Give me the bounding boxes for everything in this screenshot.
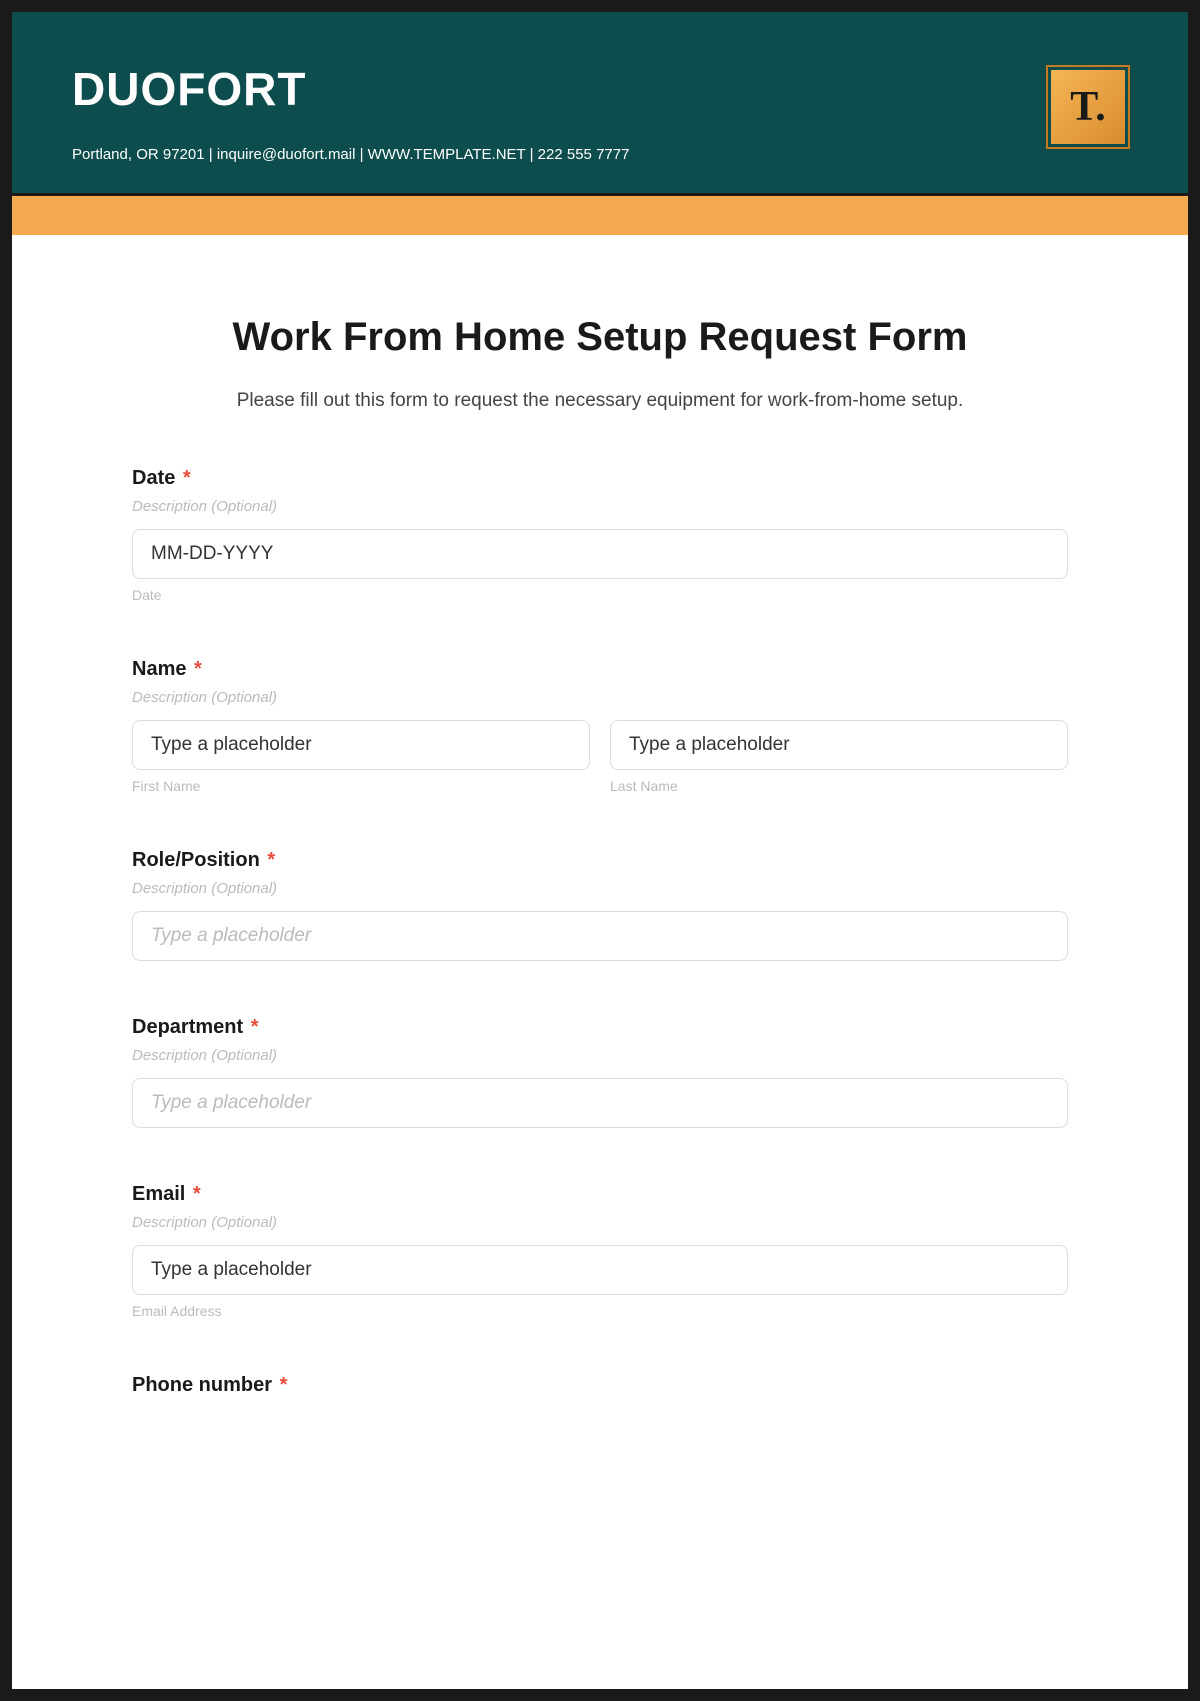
date-sublabel: Date (132, 587, 1068, 603)
required-star: * (251, 1016, 259, 1038)
date-label: Date * (132, 467, 1068, 490)
role-label: Role/Position * (132, 849, 1068, 872)
role-label-text: Role/Position (132, 849, 260, 871)
role-description: Description (Optional) (132, 880, 1068, 897)
first-name-col: First Name (132, 720, 590, 794)
header-contact-line: Portland, OR 97201 | inquire@duofort.mai… (72, 146, 1128, 163)
field-email: Email * Description (Optional) Email Add… (132, 1183, 1068, 1319)
form-title: Work From Home Setup Request Form (132, 315, 1068, 360)
accent-bar (12, 193, 1188, 235)
phone-label: Phone number * (132, 1374, 1068, 1397)
email-label-text: Email (132, 1183, 185, 1205)
required-star: * (194, 658, 202, 680)
name-description: Description (Optional) (132, 689, 1068, 706)
field-date: Date * Description (Optional) Date (132, 467, 1068, 603)
required-star: * (183, 467, 191, 489)
first-name-sublabel: First Name (132, 778, 590, 794)
header-banner: DUOFORT Portland, OR 97201 | inquire@duo… (12, 12, 1188, 193)
department-description: Description (Optional) (132, 1047, 1068, 1064)
form-container: Work From Home Setup Request Form Please… (12, 235, 1188, 1492)
field-phone: Phone number * (132, 1374, 1068, 1397)
email-input[interactable] (132, 1245, 1068, 1295)
required-star: * (193, 1183, 201, 1205)
department-input[interactable] (132, 1078, 1068, 1128)
department-label-text: Department (132, 1016, 243, 1038)
last-name-col: Last Name (610, 720, 1068, 794)
logo-badge: T. (1048, 67, 1128, 147)
name-label-text: Name (132, 658, 186, 680)
email-description: Description (Optional) (132, 1214, 1068, 1231)
field-name: Name * Description (Optional) First Name… (132, 658, 1068, 794)
page-container: DUOFORT Portland, OR 97201 | inquire@duo… (12, 12, 1188, 1689)
date-description: Description (Optional) (132, 498, 1068, 515)
field-department: Department * Description (Optional) (132, 1016, 1068, 1128)
date-input[interactable] (132, 529, 1068, 579)
department-label: Department * (132, 1016, 1068, 1039)
role-input[interactable] (132, 911, 1068, 961)
phone-label-text: Phone number (132, 1374, 272, 1396)
last-name-input[interactable] (610, 720, 1068, 770)
required-star: * (267, 849, 275, 871)
email-label: Email * (132, 1183, 1068, 1206)
company-name: DUOFORT (72, 62, 1128, 116)
required-star: * (280, 1374, 288, 1396)
form-intro: Please fill out this form to request the… (132, 390, 1068, 412)
field-role: Role/Position * Description (Optional) (132, 849, 1068, 961)
date-label-text: Date (132, 467, 175, 489)
logo-text: T. (1070, 83, 1105, 131)
name-label: Name * (132, 658, 1068, 681)
name-row: First Name Last Name (132, 720, 1068, 794)
first-name-input[interactable] (132, 720, 590, 770)
email-sublabel: Email Address (132, 1303, 1068, 1319)
last-name-sublabel: Last Name (610, 778, 1068, 794)
